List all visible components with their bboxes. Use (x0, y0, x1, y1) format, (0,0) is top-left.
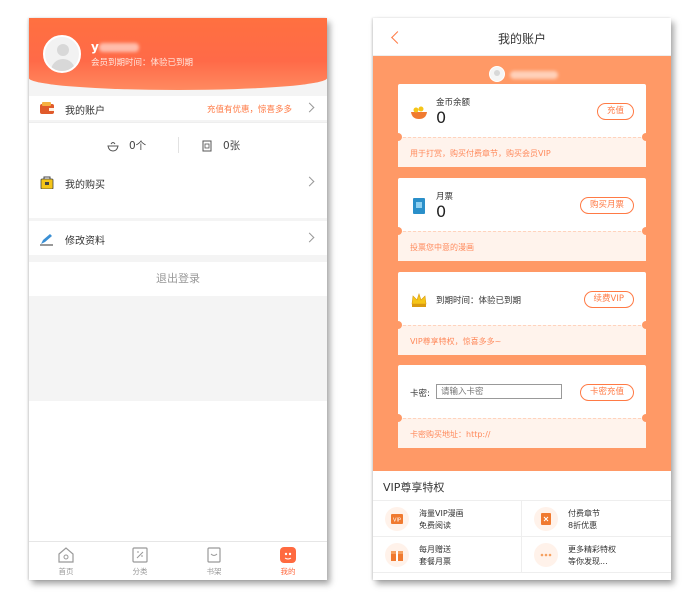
shopping-bag-icon (40, 176, 54, 189)
bookshelf-icon (207, 547, 221, 563)
logout-button[interactable]: 退出登录 (29, 262, 327, 296)
divider (178, 137, 179, 153)
card-key-note: 卡密购买地址：http:// (410, 430, 491, 439)
coin-balance-label: 金币余额 (436, 98, 471, 108)
vip-privileges: VIP尊享特权 VIP 海量VIP漫画 免费阅读 付费章节 8折优惠 每月赠送 … (373, 471, 671, 580)
my-account-row[interactable]: 我的账户 充值有优惠，惊喜多多 (29, 96, 327, 120)
tab-home[interactable]: 首页 (29, 546, 103, 577)
ticket-icon (413, 198, 425, 214)
coin-balance-value: 0 (436, 108, 447, 127)
edit-profile-label: 修改资料 (65, 236, 105, 247)
logout-label: 退出登录 (156, 272, 200, 285)
privilege-item: VIP 海量VIP漫画 免费阅读 (373, 501, 522, 537)
vip-privilege-grid: VIP 海量VIP漫画 免费阅读 付费章节 8折优惠 每月赠送 套餐月票 更多精… (373, 500, 671, 573)
buy-ticket-button[interactable]: 购买月票 (579, 197, 634, 214)
account-promo-hint: 充值有优惠，惊喜多多 (207, 105, 293, 115)
chevron-right-icon (304, 102, 315, 113)
vip-card: 到期时间：体验已到期 续费VIP VIP尊享特权，惊喜多多~ (394, 272, 650, 355)
pencil-icon (40, 234, 53, 246)
ticket-label: 月票 (436, 192, 454, 202)
card-key-card: 卡密: 卡密充值 卡密购买地址：http:// (394, 365, 650, 448)
nav-bar: 我的账户 (373, 18, 671, 56)
edit-profile-row[interactable]: 修改资料 (29, 221, 327, 255)
vip-comic-icon: VIP (391, 514, 403, 524)
category-icon (132, 547, 148, 563)
member-status: 会员到期时间：体验已到期 (91, 58, 194, 68)
username: y (91, 40, 139, 54)
ticket-icon (202, 140, 212, 152)
tab-bookshelf[interactable]: 书架 (177, 546, 251, 577)
coin-bowl-icon (411, 106, 427, 119)
profile-header: y 会员到期时间：体验已到期 (29, 18, 327, 90)
privilege-item: 每月赠送 套餐月票 (373, 537, 522, 573)
page-title: 我的账户 (497, 32, 546, 46)
monthly-ticket-card: 月票 0 购买月票 投票您中意的漫画 (394, 178, 650, 261)
ticket-note: 投票您中意的漫画 (410, 243, 474, 252)
profile-screen: y 会员到期时间：体验已到期 我的账户 充值有优惠，惊喜多多 0个 0张 我的购… (29, 18, 327, 580)
gift-icon (391, 551, 403, 561)
card-key-input[interactable] (436, 384, 562, 399)
card-key-label: 卡密: (410, 389, 430, 399)
vip-note: VIP尊享特权，惊喜多多~ (410, 337, 502, 346)
card-key-recharge-button[interactable]: 卡密充值 (579, 384, 634, 401)
privilege-item: 付费章节 8折优惠 (522, 501, 671, 537)
crown-icon (411, 293, 427, 307)
vip-privileges-title: VIP尊享特权 (383, 481, 445, 494)
coin-balance-card: 金币余额 0 充值 用于打赏，购买付费章节，购买会员VIP (394, 84, 650, 167)
more-icon (540, 553, 552, 557)
coin-note: 用于打赏，购买付费章节，购买会员VIP (410, 149, 551, 158)
username-blurred (510, 71, 558, 79)
coin-balance: 0个 (107, 138, 146, 153)
chevron-right-icon (304, 176, 315, 187)
account-screen: 我的账户 金币余额 0 充值 用于打赏，购买付费章节，购买会员VIP 月票 0 … (373, 18, 671, 580)
tab-mine[interactable]: 我的 (251, 546, 325, 577)
my-purchase-row[interactable]: 我的购买 (29, 165, 327, 218)
privilege-item: 更多精彩特权 等你发现... (522, 537, 671, 573)
discount-icon (541, 513, 551, 525)
avatar-small (489, 66, 505, 82)
tab-category[interactable]: 分类 (103, 546, 177, 577)
svg-text:VIP: VIP (393, 518, 401, 524)
content-blank (29, 401, 327, 541)
renew-vip-button[interactable]: 续费VIP (583, 291, 634, 308)
chevron-right-icon (304, 232, 315, 243)
vip-expiry: 到期时间：体验已到期 (436, 296, 522, 306)
my-account-label: 我的账户 (65, 106, 105, 117)
ticket-value: 0 (436, 202, 447, 221)
coin-bowl-icon (107, 142, 119, 152)
tab-bar: 首页 分类 书架 我的 (29, 541, 327, 580)
my-purchase-label: 我的购买 (65, 180, 105, 191)
avatar[interactable] (43, 35, 81, 73)
user-icon (280, 547, 296, 563)
recharge-button[interactable]: 充值 (596, 103, 634, 120)
balance-row: 0个 0张 (29, 122, 327, 166)
wallet-icon (40, 102, 54, 114)
account-cards-area: 金币余额 0 充值 用于打赏，购买付费章节，购买会员VIP 月票 0 购买月票 … (373, 56, 671, 471)
home-icon (58, 547, 74, 563)
ticket-balance: 0张 (201, 138, 240, 153)
